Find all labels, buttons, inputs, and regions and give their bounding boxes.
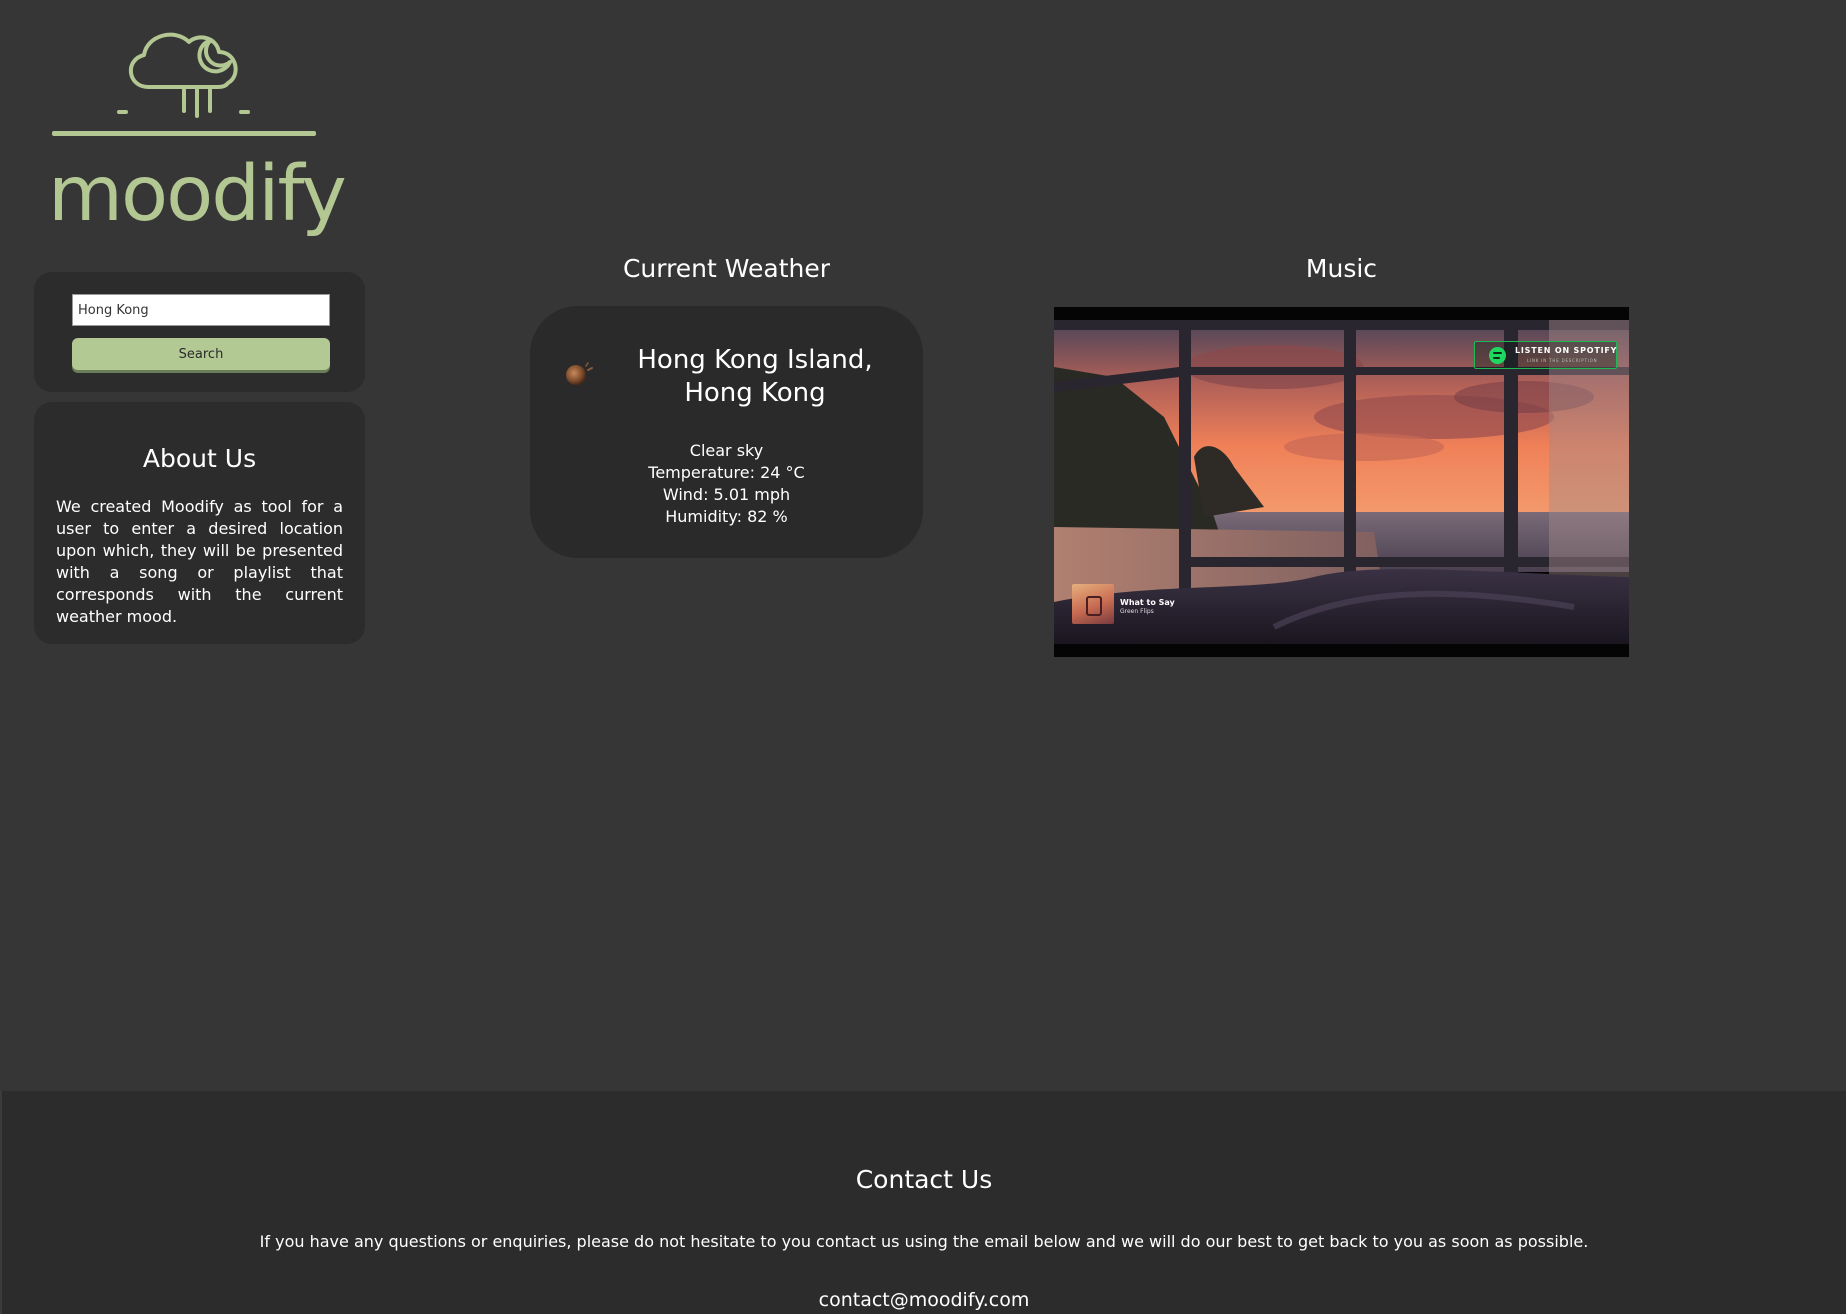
spotify-badge-sublabel: LINK IN THE DESCRIPTION	[1527, 358, 1598, 363]
search-input[interactable]	[72, 294, 330, 326]
weather-description: Clear sky	[689, 441, 764, 460]
about-text: We created Moodify as tool for a user to…	[56, 497, 343, 626]
contact-text: If you have any questions or enquiries, …	[259, 1232, 1589, 1251]
contact-title: Contact Us	[855, 1165, 993, 1194]
search-panel: Search	[34, 272, 365, 392]
weather-location: Hong Kong Island, Hong Kong	[637, 345, 873, 408]
weather-wind: Wind: 5.01 mph	[662, 485, 791, 504]
about-panel: About Us We created Moodify as tool for …	[34, 402, 365, 644]
cloud-rain-moon-icon	[52, 32, 316, 136]
song-artist: Green Flips	[1120, 608, 1154, 615]
spotify-badge-label: LISTEN ON SPOTIFY	[1515, 346, 1618, 355]
music-video-player[interactable]: LISTEN ON SPOTIFY LINK IN THE DESCRIPTIO…	[1054, 307, 1629, 657]
footer: Contact Us If you have any questions or …	[0, 1091, 1846, 1314]
album-cover-image	[1072, 584, 1114, 624]
weather-humidity: Humidity: 82 %	[665, 507, 788, 526]
brand-name: moodify	[48, 150, 347, 239]
brand-logo: moodify	[44, 18, 347, 239]
weather-details: Clear sky Temperature: 24 °C Wind: 5.01 …	[530, 440, 923, 528]
listen-on-spotify-badge[interactable]: LISTEN ON SPOTIFY LINK IN THE DESCRIPTIO…	[1474, 341, 1617, 369]
song-title: What to Say	[1120, 598, 1175, 607]
about-title: About Us	[142, 444, 257, 473]
search-button[interactable]: Search	[72, 338, 330, 370]
weather-temperature: Temperature: 24 °C	[648, 463, 805, 482]
spotify-icon	[1489, 347, 1506, 364]
music-section-title: Music	[1305, 254, 1378, 283]
weather-section-title: Current Weather	[622, 254, 831, 283]
clear-sky-icon	[566, 362, 593, 385]
weather-card: Hong Kong Island, Hong Kong Clear sky Te…	[530, 306, 923, 558]
contact-email-link[interactable]: contact@moodify.com	[2, 1287, 1846, 1313]
